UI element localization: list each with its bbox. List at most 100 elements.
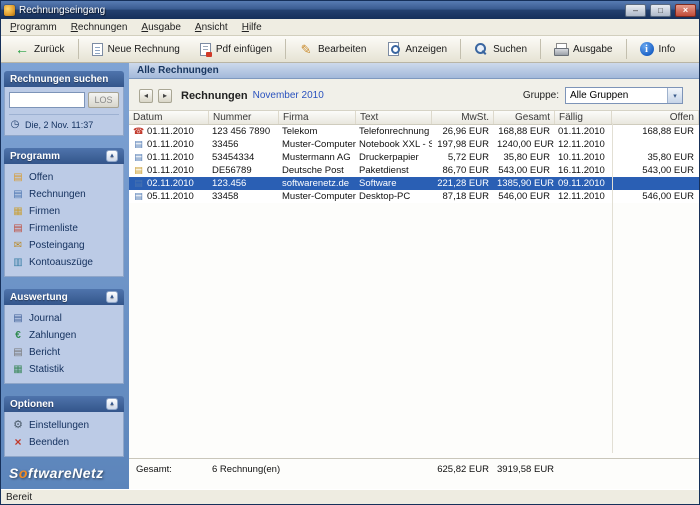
view-button-label: Anzeigen — [405, 43, 448, 55]
column-header-datum[interactable]: Datum — [129, 111, 209, 124]
app-icon — [4, 4, 15, 16]
chevron-down-icon — [667, 88, 682, 103]
cell-nummer: 53454334 — [212, 152, 255, 163]
cell-mwst: 86,70 EUR — [442, 165, 489, 176]
sidebar-item-zahlungen[interactable]: Zahlungen — [9, 327, 119, 344]
cell-mwst: 87,18 EUR — [442, 191, 489, 202]
invoice-date: 01.11.2010 — [147, 139, 194, 150]
search-section-header: Rechnungen suchen — [4, 71, 124, 87]
sidebar-item-firmenliste[interactable]: Firmenliste — [9, 220, 119, 237]
list-title: Rechnungen — [181, 89, 248, 102]
column-header-gesamt[interactable]: Gesamt — [494, 111, 555, 124]
collapse-section-button[interactable] — [106, 291, 118, 303]
cell-nummer: 123 456 7890 — [212, 126, 271, 137]
back-button[interactable]: Zurück — [5, 38, 75, 60]
cell-firma: Telekom — [282, 126, 318, 137]
sidebar-item-label: Journal — [29, 313, 62, 324]
main-area: Alle Rechnungen Rechnungen November 2010… — [129, 63, 699, 489]
cell-datum: 02.11.2010 — [129, 178, 209, 189]
logo-text: S — [9, 465, 19, 481]
column-header-offen[interactable]: Offen — [612, 111, 699, 124]
next-month-button[interactable] — [158, 88, 172, 103]
pdf-document-icon — [199, 42, 212, 57]
column-header-text[interactable]: Text — [356, 111, 432, 124]
menu-ausgabe[interactable]: Ausgabe — [134, 20, 187, 35]
column-header-mwst[interactable]: MwSt. — [432, 111, 494, 124]
info-button[interactable]: Info — [630, 38, 686, 60]
sidebar-item-offen[interactable]: Offen — [9, 169, 119, 186]
printer-icon — [554, 42, 570, 56]
status-text: Bereit — [6, 491, 33, 503]
softwarenetz-logo: SoftwareNetz — [9, 465, 104, 481]
cell-mwst: 221,28 EUR — [437, 178, 489, 189]
open-invoices-icon — [12, 173, 24, 183]
footer-total-label: Gesamt: — [136, 464, 172, 475]
new-invoice-button[interactable]: Neue Rechnung — [82, 38, 190, 60]
collapse-section-button[interactable] — [106, 150, 118, 162]
edit-button[interactable]: Bearbeiten — [289, 38, 376, 60]
toolbar-separator — [625, 39, 627, 59]
sidebar-item-journal[interactable]: Journal — [9, 310, 119, 327]
cell-faellig: 16.11.2010 — [558, 165, 605, 176]
app-body: Rechnungen suchen LOS Die, 2 Nov. 11:37 … — [1, 63, 699, 489]
table-row[interactable]: 01.11.2010 DE56789 Deutsche Post Paketdi… — [129, 164, 699, 177]
sidebar-item-label: Zahlungen — [29, 330, 77, 341]
close-button[interactable] — [675, 3, 696, 17]
cell-text: Paketdienst — [359, 165, 409, 176]
pencil-icon — [299, 42, 313, 56]
cell-faellig: 09.11.2010 — [558, 178, 605, 189]
invoice-search-input[interactable] — [9, 92, 85, 108]
sidebar-item-firmen[interactable]: Firmen — [9, 203, 119, 220]
menu-rechnungen[interactable]: Rechnungen — [64, 20, 135, 35]
invoice-date: 05.11.2010 — [147, 191, 194, 202]
auswertung-panel: Journal Zahlungen Bericht Statistik — [4, 305, 124, 384]
sidebar-item-statistik[interactable]: Statistik — [9, 361, 119, 378]
invoice-icon — [133, 140, 144, 149]
group-select-value: Alle Gruppen — [570, 90, 629, 101]
search-go-button[interactable]: LOS — [88, 92, 119, 108]
cell-mwst: 5,72 EUR — [447, 152, 489, 163]
app-window: Rechnungseingang Programm Rechnungen Aus… — [0, 0, 700, 505]
title-bar: Rechnungseingang — [1, 1, 699, 19]
search-magnifier-icon — [474, 42, 488, 56]
column-header-faellig[interactable]: Fällig — [555, 111, 612, 124]
sidebar-item-einstellungen[interactable]: Einstellungen — [9, 417, 119, 434]
period-link[interactable]: November 2010 — [253, 90, 324, 101]
toolbar: Zurück Neue Rechnung Pdf einfügen Bearbe… — [1, 36, 699, 63]
collapse-section-button[interactable] — [106, 398, 118, 410]
table-row[interactable]: 05.11.2010 33458 Muster-Computer Desktop… — [129, 190, 699, 203]
optionen-section-title: Optionen — [10, 398, 54, 410]
back-button-label: Zurück — [34, 43, 65, 55]
toolbar-separator — [77, 39, 79, 59]
column-header-nummer[interactable]: Nummer — [209, 111, 279, 124]
cell-nummer: 33458 — [212, 191, 239, 202]
sidebar-item-posteingang[interactable]: Posteingang — [9, 237, 119, 254]
menu-programm[interactable]: Programm — [3, 20, 64, 35]
table-row[interactable]: 01.11.2010 123 456 7890 Telekom Telefonr… — [129, 125, 699, 138]
sidebar-item-kontoauszuege[interactable]: Kontoauszüge — [9, 254, 119, 271]
table-row[interactable]: 01.11.2010 33456 Muster-Computer Noteboo… — [129, 138, 699, 151]
sidebar-item-bericht[interactable]: Bericht — [9, 344, 119, 361]
new-invoice-button-label: Neue Rechnung — [107, 43, 180, 55]
minimize-button[interactable] — [625, 3, 646, 17]
footer-mwst-total: 625,82 EUR — [437, 464, 489, 475]
menu-ansicht[interactable]: Ansicht — [188, 20, 235, 35]
sidebar-item-rechnungen[interactable]: Rechnungen — [9, 186, 119, 203]
invoice-date: 02.11.2010 — [147, 178, 194, 189]
table-row[interactable]: 01.11.2010 53454334 Mustermann AG Drucke… — [129, 151, 699, 164]
search-button[interactable]: Suchen — [464, 38, 537, 60]
maximize-button[interactable] — [650, 3, 671, 17]
menu-hilfe[interactable]: Hilfe — [235, 20, 269, 35]
output-button[interactable]: Ausgabe — [544, 38, 622, 60]
cell-gesamt: 546,00 EUR — [498, 191, 550, 202]
preview-document-icon — [386, 42, 401, 56]
optionen-panel: Einstellungen Beenden — [4, 412, 124, 457]
table-row-selected[interactable]: 02.11.2010 123.456 softwarenetz.de Softw… — [129, 177, 699, 190]
sidebar-item-beenden[interactable]: Beenden — [9, 434, 119, 451]
insert-pdf-button[interactable]: Pdf einfügen — [190, 38, 282, 60]
column-header-firma[interactable]: Firma — [279, 111, 356, 124]
cell-gesamt: 1240,00 EUR — [497, 139, 555, 150]
group-select[interactable]: Alle Gruppen — [565, 87, 683, 104]
view-button[interactable]: Anzeigen — [376, 38, 457, 60]
previous-month-button[interactable] — [139, 88, 153, 103]
